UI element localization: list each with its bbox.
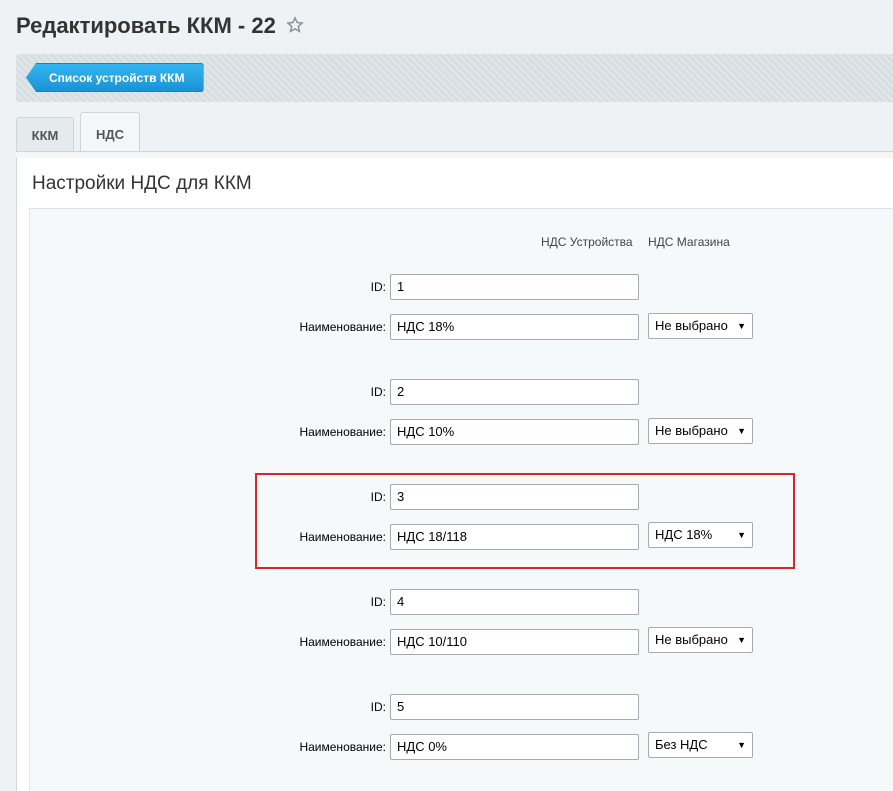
name-input[interactable]: НДС 18% (390, 314, 639, 340)
name-label: Наименование: (299, 530, 386, 544)
name-label: Наименование: (299, 425, 386, 439)
shop-vat-select[interactable]: Не выбрано ▼ (648, 418, 753, 444)
id-label: ID: (370, 595, 386, 609)
select-value: Не выбрано (655, 423, 728, 438)
star-icon[interactable] (286, 16, 304, 34)
page-title: Редактировать ККМ - 22 (16, 13, 276, 38)
shop-vat-select[interactable]: Не выбрано ▼ (648, 313, 753, 339)
column-header-device-vat: НДС Устройства (541, 235, 633, 249)
name-label: Наименование: (299, 635, 386, 649)
select-value: НДС 18% (655, 527, 713, 542)
tab-underline (16, 151, 893, 158)
triangle-down-icon: ▼ (737, 530, 746, 540)
select-value: Не выбрано (655, 318, 728, 333)
shop-vat-select[interactable]: НДС 18% ▼ (648, 522, 753, 548)
id-label: ID: (370, 280, 386, 294)
triangle-down-icon: ▼ (737, 635, 746, 645)
id-label: ID: (370, 490, 386, 504)
name-input[interactable]: НДС 10% (390, 419, 639, 445)
tab-kkm[interactable]: ККМ (16, 117, 74, 153)
name-input[interactable]: НДС 0% (390, 734, 639, 760)
section-title: Настройки НДС для ККМ (32, 173, 252, 194)
name-label: Наименование: (299, 320, 386, 334)
shop-vat-select[interactable]: Не выбрано ▼ (648, 627, 753, 653)
name-input[interactable]: НДС 18/118 (390, 524, 639, 550)
triangle-down-icon: ▼ (737, 740, 746, 750)
id-label: ID: (370, 700, 386, 714)
device-list-button[interactable]: Список устройств ККМ (26, 63, 204, 92)
name-input[interactable]: НДС 10/110 (390, 629, 639, 655)
toolbar: Список устройств ККМ (16, 54, 893, 102)
name-label: Наименование: (299, 740, 386, 754)
select-value: Не выбрано (655, 632, 728, 647)
id-input[interactable]: 3 (390, 484, 639, 510)
triangle-down-icon: ▼ (737, 426, 746, 436)
select-value: Без НДС (655, 737, 708, 752)
id-input[interactable]: 2 (390, 379, 639, 405)
shop-vat-select[interactable]: Без НДС ▼ (648, 732, 753, 758)
id-input[interactable]: 5 (390, 694, 639, 720)
id-label: ID: (370, 385, 386, 399)
triangle-down-icon: ▼ (737, 321, 746, 331)
column-header-shop-vat: НДС Магазина (648, 235, 730, 249)
id-input[interactable]: 1 (390, 274, 639, 300)
id-input[interactable]: 4 (390, 589, 639, 615)
